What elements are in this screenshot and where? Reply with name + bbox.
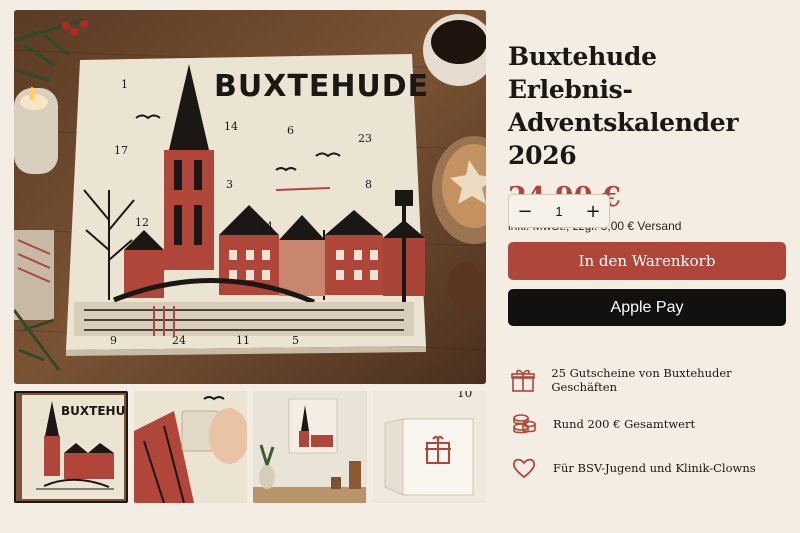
door-number: 6	[287, 124, 294, 137]
feature-text: Rund 200 € Gesamtwert	[553, 417, 696, 431]
product-panel: Buxtehude Erlebnis- Adventskalender 2026…	[508, 40, 788, 479]
door-number: 24	[172, 334, 186, 347]
thumbnail-1[interactable]: BUXTEHUDE	[14, 391, 128, 503]
thumbnail-title: BUXTEHUDE	[61, 404, 127, 418]
quantity-stepper: − +	[508, 194, 610, 228]
thumbnail-3[interactable]	[253, 391, 367, 503]
feature-text: Für BSV-Jugend und Klinik-Clowns	[553, 461, 756, 475]
feature-item: Rund 200 € Gesamtwert	[508, 402, 788, 446]
apple-pay-label: Apple Pay	[610, 298, 684, 316]
door-number: 8	[365, 178, 372, 191]
product-title-line1: Buxtehude Erlebnis-	[508, 42, 657, 104]
door-number: 14	[224, 120, 238, 133]
main-product-image[interactable]: BUXTEHUDE 1 14 6 23 17 3 8 12 14 9 24 11…	[14, 10, 486, 384]
feature-text: 25 Gutscheine von Buxtehuder Geschäften	[551, 366, 732, 394]
door-number: 12	[135, 216, 149, 229]
quantity-input[interactable]	[544, 203, 574, 219]
apple-pay-button[interactable]: Apple Pay	[508, 289, 786, 326]
thumbnail-strip: BUXTEHUDE	[14, 391, 486, 503]
increase-quantity-button[interactable]: +	[577, 195, 609, 227]
add-to-cart-button[interactable]: In den Warenkorb	[508, 242, 786, 280]
feature-list: 25 Gutscheine von Buxtehuder Geschäften …	[508, 358, 788, 490]
product-title-line2: Adventskalender 2026	[508, 108, 739, 170]
feature-item: Für BSV-Jugend und Klinik-Clowns	[508, 446, 788, 490]
thumbnail-door-number: 10	[457, 391, 472, 400]
door-number: 9	[110, 334, 117, 347]
calendar-illustration: BUXTEHUDE 114 623173 812 149 24 11 5	[14, 10, 486, 384]
door-number: 3	[226, 178, 233, 191]
thumbnail-2[interactable]	[133, 391, 247, 503]
door-number: 14	[259, 220, 273, 233]
door-number: 11	[236, 334, 250, 347]
decrease-quantity-button[interactable]: −	[509, 195, 541, 227]
door-number: 17	[114, 144, 128, 157]
thumbnail-4[interactable]: 10	[372, 391, 486, 503]
gift-icon	[508, 364, 538, 396]
coins-icon	[508, 408, 540, 440]
feature-item: 25 Gutscheine von Buxtehuder Geschäften	[508, 358, 788, 402]
product-title: Buxtehude Erlebnis- Adventskalender 2026	[508, 40, 788, 172]
door-number: 1	[121, 78, 128, 91]
heart-icon	[508, 452, 540, 484]
calendar-card-title: BUXTEHUDE	[214, 69, 429, 104]
door-number: 5	[292, 334, 299, 347]
door-number: 23	[358, 132, 372, 145]
